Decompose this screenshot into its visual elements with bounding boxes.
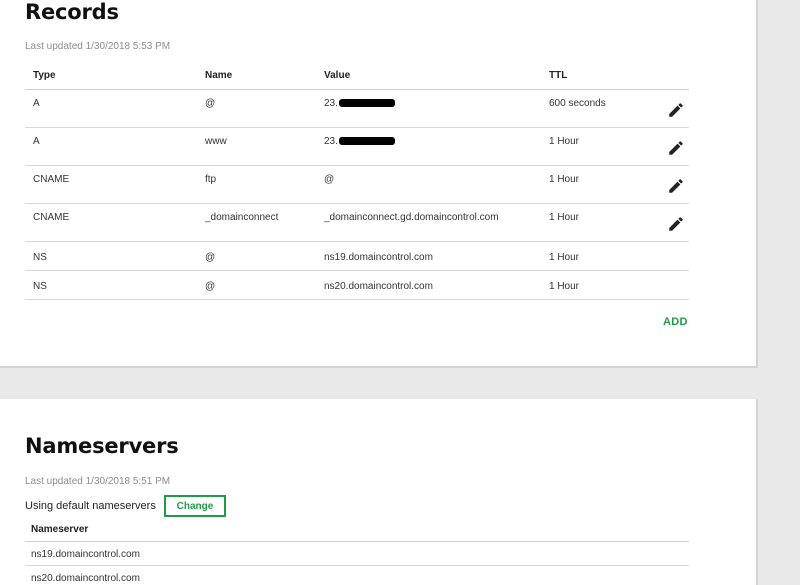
nameservers-title: Nameservers xyxy=(25,434,179,458)
record-row: NS @ ns19.domaincontrol.com 1 Hour xyxy=(25,242,689,271)
record-value-text: _domainconnect.gd.domaincontrol.com xyxy=(324,212,499,223)
record-value: 23. xyxy=(324,136,395,147)
pencil-icon xyxy=(669,103,683,117)
record-ttl: 1 Hour xyxy=(549,252,579,263)
record-type-text: CNAME xyxy=(33,212,70,223)
record-type: NS xyxy=(33,252,47,263)
nameservers-table-header: Nameserver xyxy=(25,518,689,542)
record-name: @ xyxy=(205,252,215,263)
record-name-text: www xyxy=(205,136,227,147)
record-name-text: @ xyxy=(205,98,216,109)
record-type: NS xyxy=(33,281,47,292)
record-value: @ xyxy=(324,174,334,185)
record-row: A @23. 600 seconds xyxy=(25,90,689,128)
record-ttl: 600 seconds xyxy=(549,98,606,109)
edit-record-button[interactable] xyxy=(667,215,685,233)
record-name-text: @ xyxy=(205,281,216,292)
record-name: @ xyxy=(205,98,215,109)
records-title: Records xyxy=(25,0,119,24)
record-type-text: A xyxy=(33,98,40,109)
record-row: NS @ ns20.domaincontrol.com 1 Hour xyxy=(25,271,689,300)
record-type-text: NS xyxy=(33,281,47,292)
record-value-text: ns20.domaincontrol.com xyxy=(324,281,433,292)
records-table-header: Type Name Value TTL xyxy=(25,63,689,90)
nameserver-value: ns19.domaincontrol.com xyxy=(31,549,140,560)
record-ttl-text: 1 Hour xyxy=(549,174,580,185)
record-value-text: 23. xyxy=(324,98,338,109)
add-record-link[interactable]: ADD xyxy=(663,316,688,328)
record-type-text: NS xyxy=(33,252,47,263)
record-row: CNAME ftp @1 Hour xyxy=(25,166,689,204)
column-header-type: Type xyxy=(33,70,56,81)
record-ttl: 1 Hour xyxy=(549,281,579,292)
record-value: 23. xyxy=(324,98,395,109)
nameserver-value: ns20.domaincontrol.com xyxy=(31,573,140,584)
record-type: A xyxy=(33,136,40,147)
record-value: _domainconnect.gd.domaincontrol.com xyxy=(324,212,499,223)
record-type-text: A xyxy=(33,136,40,147)
record-type: A xyxy=(33,98,40,109)
record-type: CNAME xyxy=(33,212,69,223)
record-name-text: _domainconnect xyxy=(205,212,279,223)
record-ttl-text: 600 seconds xyxy=(549,98,606,109)
nameservers-card: Nameservers Last updated 1/30/2018 5:51 … xyxy=(0,399,758,585)
record-ttl: 1 Hour xyxy=(549,212,579,223)
record-name: _domainconnect xyxy=(205,212,278,223)
record-type-text: CNAME xyxy=(33,174,70,185)
edit-record-button[interactable] xyxy=(667,101,685,119)
records-last-updated: Last updated 1/30/2018 5:53 PM xyxy=(25,41,171,52)
record-name-text: ftp xyxy=(205,174,217,185)
pencil-icon xyxy=(669,179,683,193)
record-ttl-text: 1 Hour xyxy=(549,212,580,223)
record-ttl-text: 1 Hour xyxy=(549,281,580,292)
column-header-name: Name xyxy=(205,70,233,81)
column-header-nameserver: Nameserver xyxy=(31,524,89,535)
record-value-text: ns19.domaincontrol.com xyxy=(324,252,433,263)
record-name: @ xyxy=(205,281,215,292)
record-ttl: 1 Hour xyxy=(549,136,579,147)
nameserver-row: ns19.domaincontrol.com xyxy=(25,542,689,566)
column-header-value: Value xyxy=(324,70,351,81)
records-card: Records Last updated 1/30/2018 5:53 PM T… xyxy=(0,0,758,368)
record-value: ns19.domaincontrol.com xyxy=(324,252,433,263)
nameserver-mode-text: Using default nameservers xyxy=(25,500,156,512)
record-row: Awww 23. 1 Hour xyxy=(25,128,689,166)
pencil-icon xyxy=(669,217,683,231)
edit-record-button[interactable] xyxy=(667,139,685,157)
redaction-mark xyxy=(338,99,395,107)
section-divider xyxy=(0,370,800,399)
change-nameservers-button[interactable]: Change xyxy=(164,495,226,517)
column-header-ttl: TTL xyxy=(549,70,568,81)
record-name: www xyxy=(205,136,227,147)
redaction-mark xyxy=(338,137,395,145)
record-row: CNAME _domainconnect _domainconnect.gd.dom… xyxy=(25,204,689,242)
record-value-text: @ xyxy=(324,174,335,185)
record-value-text: 23. xyxy=(324,136,338,147)
records-table: Type Name Value TTL A @23. 600 seconds Awww… xyxy=(25,63,689,300)
record-value: ns20.domaincontrol.com xyxy=(324,281,433,292)
record-name: ftp xyxy=(205,174,216,185)
pencil-icon xyxy=(669,141,683,155)
record-type: CNAME xyxy=(33,174,69,185)
nameservers-table: Nameserver ns19.domaincontrol.com ns20.do… xyxy=(25,518,689,585)
record-ttl-text: 1 Hour xyxy=(549,136,580,147)
edit-record-button[interactable] xyxy=(667,177,685,195)
record-ttl: 1 Hour xyxy=(549,174,579,185)
nameserver-row: ns20.domaincontrol.com xyxy=(25,566,689,585)
record-name-text: @ xyxy=(205,252,216,263)
record-ttl-text: 1 Hour xyxy=(549,252,580,263)
nameservers-last-updated: Last updated 1/30/2018 5:51 PM xyxy=(25,476,171,487)
